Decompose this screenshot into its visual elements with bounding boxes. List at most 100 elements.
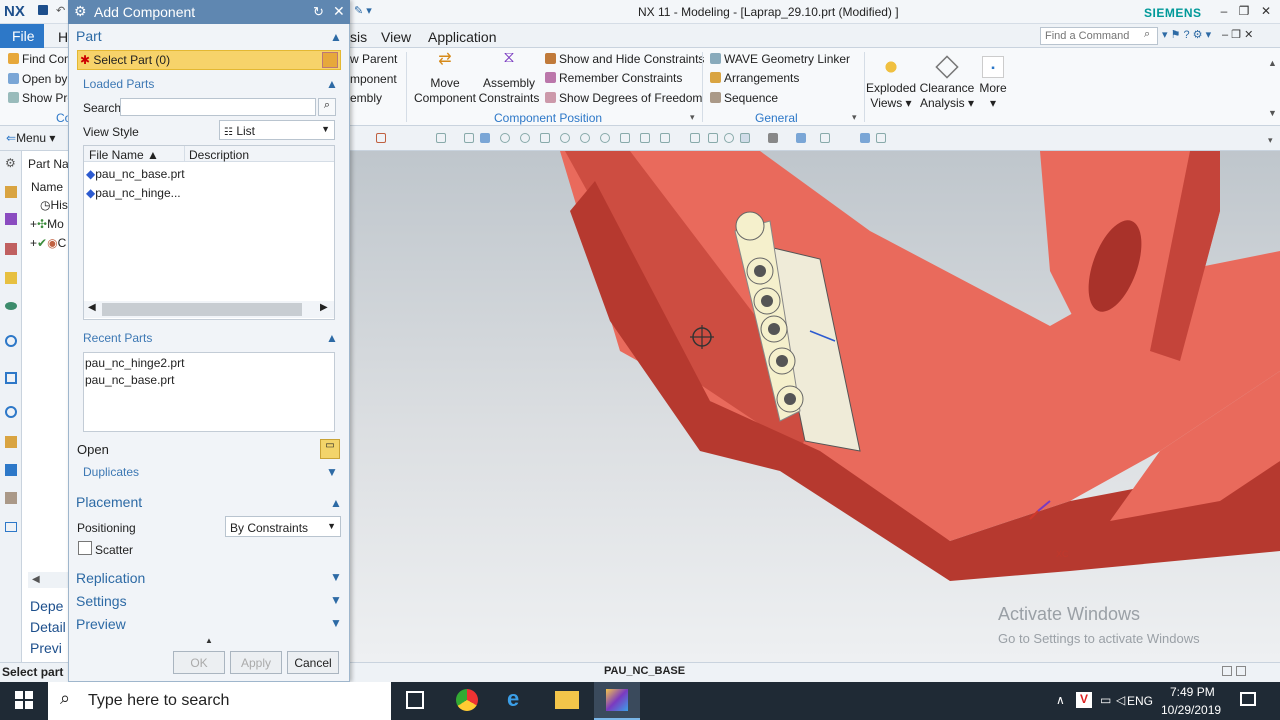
menu-button[interactable]: ⇐Menu ▾ [6, 131, 55, 145]
reuse-library-icon[interactable] [5, 272, 17, 284]
scatter-checkbox[interactable] [78, 541, 92, 555]
toolbar-dropdown-icon[interactable]: ▾ [1268, 135, 1273, 146]
history-icon[interactable] [5, 372, 17, 384]
snap-existing-icon[interactable] [620, 133, 630, 143]
wave-geometry-linker-button[interactable]: WAVE Geometry Linker [710, 52, 850, 67]
preview-section[interactable]: Previ [30, 640, 62, 656]
minimize-icon[interactable]: – [1216, 4, 1232, 18]
doc-window-controls[interactable]: – ❐ ✕ [1222, 28, 1253, 41]
tab-home[interactable]: H [58, 29, 68, 45]
duplicates-header[interactable]: Duplicates [83, 465, 139, 479]
layer-icon[interactable] [820, 133, 830, 143]
clock-date[interactable]: 10/29/2019 [1161, 703, 1221, 717]
rotate-icon[interactable] [724, 133, 734, 143]
apply-button[interactable]: Apply [230, 651, 282, 674]
dialog-gear-icon[interactable]: ⚙ [74, 3, 87, 20]
dependencies-section[interactable]: Depe [30, 598, 63, 614]
group-dropdown-icon[interactable]: ▾ [852, 112, 857, 123]
language-indicator[interactable]: ENG [1127, 694, 1153, 708]
find-command-input[interactable] [1040, 27, 1158, 45]
list-item[interactable]: pau_nc_hinge2.prt [85, 356, 184, 370]
select-part-label[interactable]: ✱ Select Part (0) [80, 53, 170, 67]
wcs-icon[interactable] [860, 133, 870, 143]
recent-parts-header[interactable]: Recent Parts [83, 331, 152, 345]
view-orient-icon[interactable] [690, 133, 700, 143]
make-parent-button[interactable]: w Parent [350, 52, 397, 67]
tab-analysis[interactable]: sis [350, 29, 367, 45]
snap-quadrant-icon[interactable] [580, 133, 590, 143]
group-dropdown-icon[interactable]: ▾ [690, 112, 695, 123]
close-icon[interactable]: ✕ [1258, 4, 1274, 18]
part-section-header[interactable]: Part [76, 28, 102, 44]
replication-section-header[interactable]: Replication [76, 570, 145, 586]
list-item[interactable]: ◆pau_nc_base.prt [86, 167, 185, 181]
dialog-close-icon[interactable]: ✕ [333, 3, 345, 20]
assembly-constraints-button[interactable]: ⧖ Assembly Constraints [478, 50, 540, 106]
sequence-button[interactable]: Sequence [710, 91, 778, 106]
ribbon-expand-icon[interactable]: ▲ [1268, 58, 1277, 68]
edge-icon[interactable]: e [507, 686, 519, 712]
tray-chevron-icon[interactable]: ∧ [1056, 693, 1065, 707]
scrollbar-thumb[interactable] [102, 303, 302, 316]
file-explorer-icon[interactable] [555, 691, 579, 709]
part-navigator-icon[interactable] [5, 243, 17, 255]
navigator-history-node[interactable]: ◷His [40, 198, 68, 212]
select-filter-icon[interactable] [376, 133, 386, 143]
collapse-loaded-parts-icon[interactable]: ▲ [326, 77, 338, 91]
render-style-icon[interactable] [740, 133, 750, 143]
tab-application[interactable]: Application [428, 29, 497, 45]
open-by-button[interactable]: Open by [8, 72, 67, 87]
ribbon-collapse-icon[interactable]: ▼ [1268, 108, 1277, 118]
scroll-right-icon[interactable]: ▶ [320, 302, 328, 313]
window-dropdown-icon[interactable]: ✎ ▾ [354, 4, 372, 17]
expand-replication-icon[interactable]: ▼ [330, 570, 342, 584]
status-icon[interactable] [1236, 666, 1246, 676]
battery-icon[interactable]: ▭ [1100, 693, 1111, 707]
component-button[interactable]: mponent [350, 72, 397, 87]
show-hide-constraints-button[interactable]: Show and Hide Constraints [545, 52, 704, 67]
list-item[interactable]: pau_nc_base.prt [85, 373, 174, 387]
more-button[interactable]: ▪ More ▾ [976, 56, 1010, 111]
arrangements-button[interactable]: Arrangements [710, 71, 799, 86]
snap-point-icon[interactable] [500, 133, 510, 143]
task-icon[interactable] [5, 492, 17, 504]
collapse-part-icon[interactable]: ▲ [330, 30, 342, 44]
settings-icon[interactable]: ⚙ [5, 156, 16, 170]
snap-intersect-icon[interactable] [600, 133, 610, 143]
expand-settings-icon[interactable]: ▼ [330, 593, 342, 607]
select-face-icon[interactable] [464, 133, 474, 143]
snap-end-icon[interactable] [520, 133, 530, 143]
snap-face-icon[interactable] [640, 133, 650, 143]
notification-icon[interactable] [1240, 692, 1256, 706]
window-icon[interactable] [5, 522, 17, 532]
loaded-parts-header[interactable]: Loaded Parts [83, 77, 154, 91]
taskbar-search-box[interactable]: Type here to search [48, 682, 391, 720]
volume-icon[interactable]: ◁ [1116, 693, 1125, 707]
ok-button[interactable]: OK [173, 651, 225, 674]
open-folder-icon[interactable]: ▭ [320, 439, 340, 459]
remember-constraints-button[interactable]: Remember Constraints [545, 71, 682, 86]
select-body-icon[interactable] [480, 133, 490, 143]
details-section[interactable]: Detail [30, 619, 66, 635]
column-description[interactable]: Description [189, 148, 249, 162]
maximize-icon[interactable]: ❐ [1236, 4, 1252, 18]
cancel-button[interactable]: Cancel [287, 651, 339, 674]
system-scenes-icon[interactable] [5, 464, 17, 476]
collapse-placement-icon[interactable]: ▲ [330, 496, 342, 510]
more-options-icon[interactable]: ▲ [205, 636, 213, 645]
navigator-camera-node[interactable]: +✔◉C [30, 236, 66, 250]
list-item[interactable]: ◆pau_nc_hinge... [86, 186, 181, 200]
exploded-views-button[interactable]: Exploded Views ▾ [866, 56, 916, 111]
ribbon-options-icons[interactable]: ▾ ⚑ ? ⚙ ▾ [1162, 28, 1211, 41]
preview-section-header[interactable]: Preview [76, 616, 126, 632]
move-component-button[interactable]: ⇄ Move Component [412, 52, 478, 106]
hd3d-icon[interactable] [5, 302, 17, 310]
reset-icon[interactable]: ↻ [313, 4, 324, 20]
undo-icon[interactable]: ↶ [56, 4, 65, 17]
snap-curve-icon[interactable] [660, 133, 670, 143]
navigator-model-node[interactable]: +✣Mo [30, 217, 64, 231]
fit-icon[interactable] [708, 133, 718, 143]
settings-section-header[interactable]: Settings [76, 593, 127, 609]
nav-scroll-left-icon[interactable]: ◀ [28, 572, 68, 588]
antivirus-icon[interactable]: V [1076, 692, 1092, 708]
